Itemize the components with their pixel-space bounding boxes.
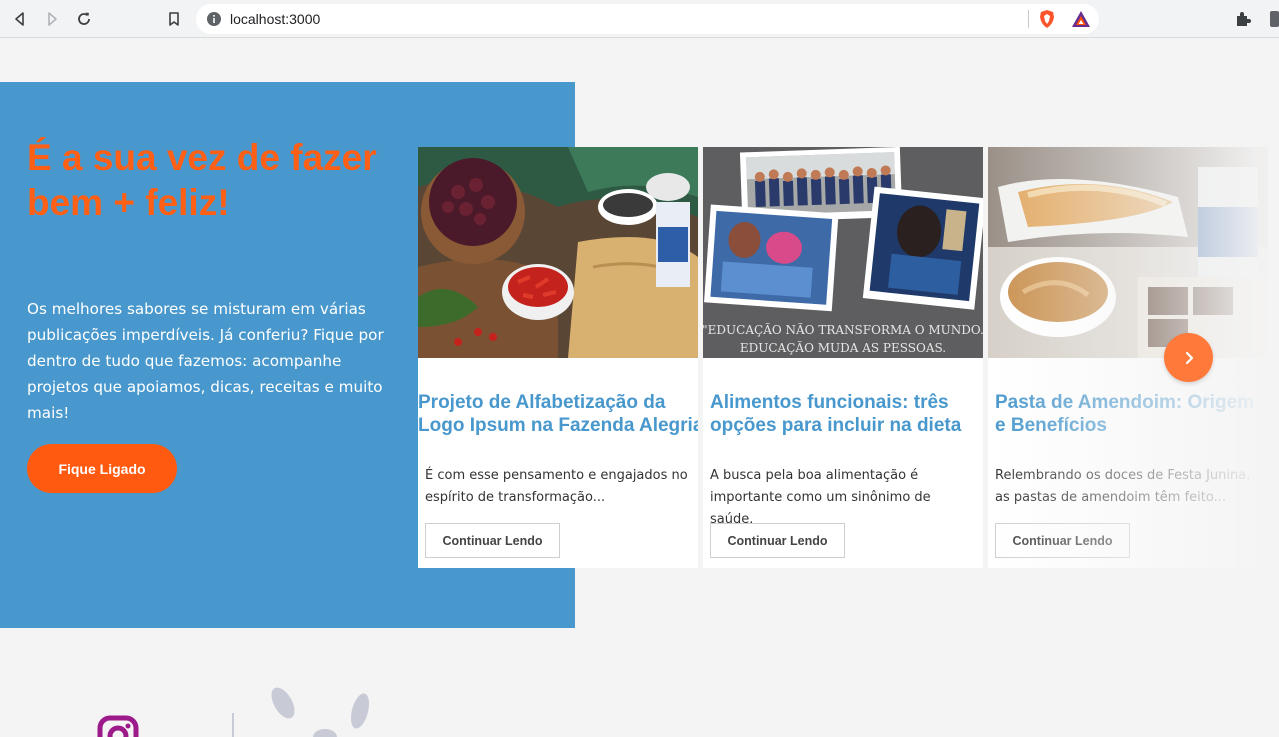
instagram-icon[interactable]	[97, 715, 139, 737]
post-title[interactable]: Projeto de Alfabetização da Logo Ipsum n…	[418, 391, 698, 437]
post-title-line[interactable]: Projeto de Alfabetização da	[418, 391, 698, 414]
fique-ligado-button[interactable]: Fique Ligado	[27, 444, 177, 493]
continuar-lendo-button[interactable]: Continuar Lendo	[425, 523, 560, 558]
post-title-line[interactable]: e Benefícios	[995, 414, 1268, 437]
image-caption: "EDUCAÇÃO NÃO TRANSFORMA O MUNDO.	[703, 322, 983, 337]
brave-shield-icon[interactable]	[1038, 9, 1056, 29]
post-excerpt: É com esse pensamento e engajados no esp…	[425, 468, 688, 505]
post-title[interactable]: Pasta de Amendoim: Origem e Benefícios	[995, 391, 1268, 437]
url-text[interactable]: localhost:3000	[230, 11, 320, 27]
carousel-next-button[interactable]	[1164, 333, 1213, 382]
post-card[interactable]: "EDUCAÇÃO NÃO TRANSFORMA O MUNDO. EDUCAÇ…	[703, 147, 983, 568]
post-card[interactable]: Projeto de Alfabetização da Logo Ipsum n…	[418, 147, 698, 568]
info-icon[interactable]	[206, 11, 222, 27]
back-icon[interactable]	[10, 9, 30, 29]
post-image-berries[interactable]	[418, 147, 698, 358]
post-title-line[interactable]: Alimentos funcionais: três	[710, 391, 983, 414]
post-card[interactable]: Pasta de Amendoim: Origem e Benefícios R…	[988, 147, 1268, 568]
continuar-lendo-button[interactable]: Continuar Lendo	[710, 523, 845, 558]
forward-icon[interactable]	[42, 9, 62, 29]
brave-rewards-icon[interactable]	[1071, 10, 1091, 28]
divider	[1028, 10, 1029, 28]
hero-title: É a sua vez de fazer bem + feliz!	[27, 137, 377, 223]
reload-icon[interactable]	[74, 9, 94, 29]
profile-icon[interactable]	[1268, 10, 1279, 28]
post-title-line[interactable]: Logo Ipsum na Fazenda Alegria	[418, 414, 698, 437]
chevron-right-icon	[1185, 351, 1193, 364]
post-title-line[interactable]: Pasta de Amendoim: Origem	[995, 391, 1268, 414]
post-title-line[interactable]: opções para incluir na dieta	[710, 414, 983, 437]
browser-toolbar: localhost:3000	[0, 0, 1279, 38]
continuar-lendo-button[interactable]: Continuar Lendo	[995, 523, 1130, 558]
post-image-education[interactable]: "EDUCAÇÃO NÃO TRANSFORMA O MUNDO. EDUCAÇ…	[703, 147, 983, 358]
address-bar[interactable]: localhost:3000	[196, 4, 1099, 34]
post-title[interactable]: Alimentos funcionais: três opções para i…	[710, 391, 983, 437]
post-image-peanut-butter[interactable]	[988, 147, 1268, 358]
bookmark-icon[interactable]	[164, 9, 184, 29]
post-excerpt: A busca pela boa alimentação é important…	[710, 468, 931, 527]
leaves-decoration	[232, 687, 370, 737]
post-excerpt: Relembrando os doces de Festa Junina, as…	[995, 468, 1251, 505]
extensions-icon[interactable]	[1234, 10, 1252, 28]
hero-text: Os melhores sabores se misturam em vária…	[27, 300, 384, 422]
image-caption: EDUCAÇÃO MUDA AS PESSOAS.	[740, 340, 946, 355]
